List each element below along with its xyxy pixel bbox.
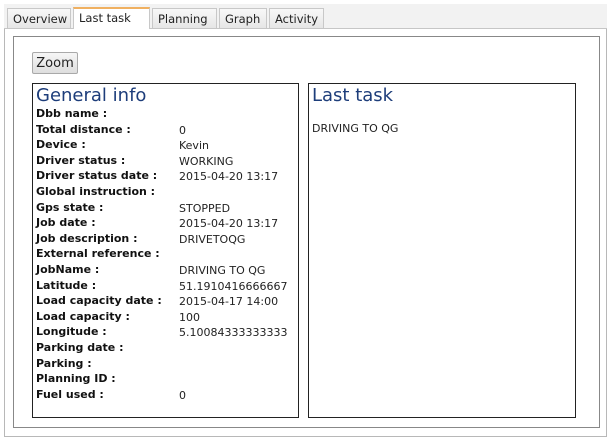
info-label: Latitude : — [36, 278, 97, 292]
info-value: 5.10084333333333 — [179, 326, 288, 340]
zoom-button[interactable]: Zoom — [32, 52, 78, 74]
tab-last-task[interactable]: Last task — [73, 7, 150, 29]
info-value: 100 — [179, 310, 200, 324]
tab-bar: Overview Last task Planning Graph Activi… — [4, 4, 607, 29]
info-value: 2015-04-17 14:00 — [179, 295, 279, 309]
info-label: JobName : — [36, 262, 100, 276]
info-label: Longitude : — [36, 325, 107, 339]
info-value: Kevin — [179, 139, 209, 153]
general-info-panel: General info Dbb name : Total distance : 0… — [32, 83, 299, 418]
last-task-text: DRIVING TO QG — [312, 122, 399, 135]
info-label: Parking date : — [36, 340, 124, 354]
info-label: Driver status : — [36, 153, 126, 167]
info-label: Parking : — [36, 356, 92, 370]
info-label: Total distance : — [36, 122, 131, 136]
last-task-title: Last task — [312, 85, 394, 106]
tab-planning[interactable]: Planning — [152, 8, 217, 28]
tab-activity[interactable]: Activity — [269, 8, 324, 28]
info-value: 51.1910416666667 — [179, 279, 288, 293]
tab-overview[interactable]: Overview — [7, 8, 71, 28]
tab-graph[interactable]: Graph — [219, 8, 267, 28]
info-value: 0 — [179, 388, 186, 402]
info-value: 2015-04-20 13:17 — [179, 170, 279, 184]
info-value: WORKING — [179, 154, 234, 168]
info-value: 2015-04-20 13:17 — [179, 217, 279, 231]
info-label: Load capacity : — [36, 309, 130, 323]
info-label: Gps state : — [36, 200, 104, 214]
info-label: Global instruction : — [36, 184, 156, 198]
info-label: External reference : — [36, 247, 160, 261]
info-label: Dbb name : — [36, 107, 108, 120]
info-value: DRIVETOQG — [179, 232, 246, 246]
info-value: DRIVING TO QG — [179, 263, 266, 277]
info-value: STOPPED — [179, 201, 231, 215]
info-label: Device : — [36, 138, 86, 152]
info-label: Fuel used : — [36, 387, 104, 401]
info-label: Load capacity date : — [36, 294, 162, 308]
info-value: 0 — [179, 123, 186, 137]
info-label: Job date : — [36, 216, 96, 230]
info-label: Driver status date : — [36, 169, 158, 183]
info-label: Planning ID : — [36, 372, 116, 386]
last-task-panel: Last task DRIVING TO QG — [308, 83, 576, 418]
info-label: Job description : — [36, 231, 138, 245]
general-info-title: General info — [36, 85, 147, 106]
